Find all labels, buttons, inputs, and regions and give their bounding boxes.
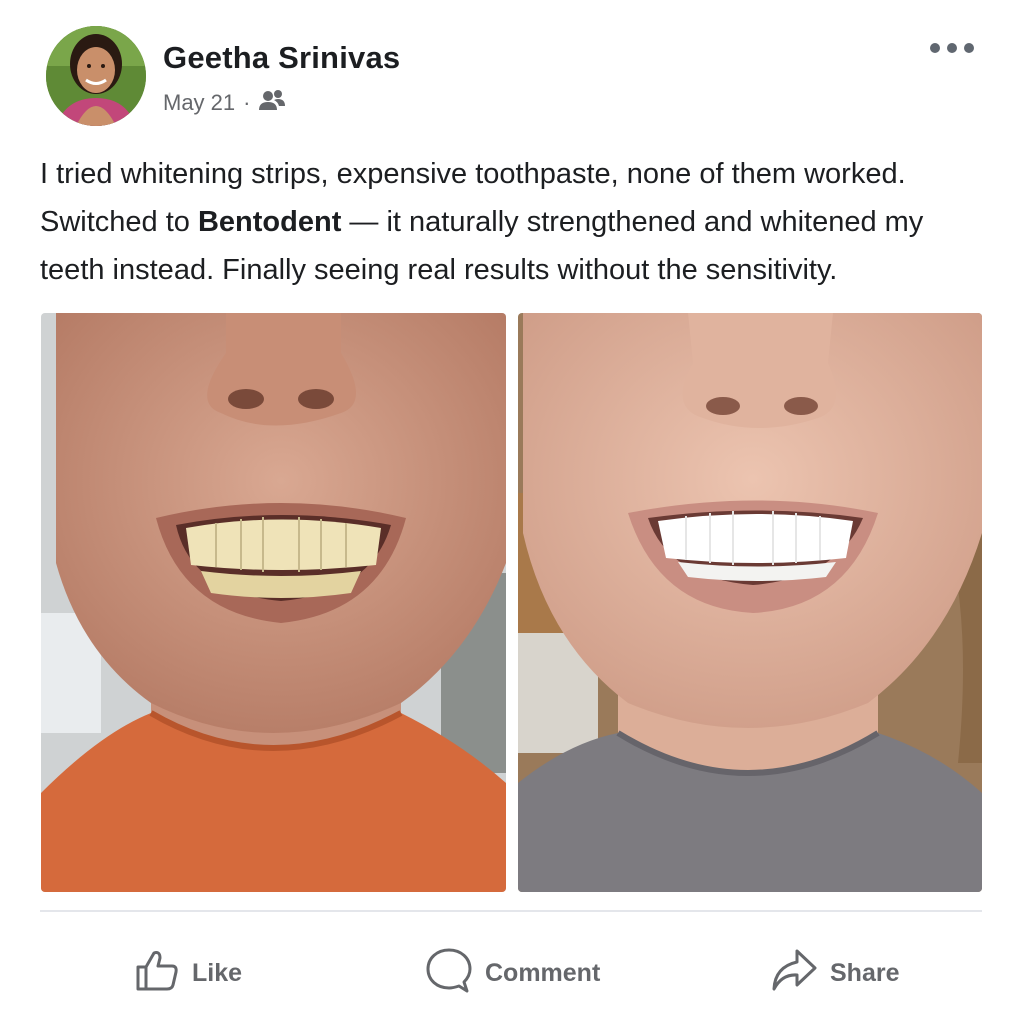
author-name[interactable]: Geetha Srinivas [163, 40, 400, 76]
actions-divider [40, 910, 982, 912]
after-photo[interactable] [518, 313, 982, 892]
avatar-image [46, 26, 146, 126]
meta-separator: · [243, 90, 251, 115]
post-date[interactable]: May 21 [163, 90, 235, 116]
author-avatar[interactable] [46, 26, 146, 126]
post-text: I tried whitening strips, expensive toot… [40, 150, 990, 294]
like-label: Like [192, 958, 243, 987]
more-dot [930, 43, 940, 53]
comment-button[interactable]: Comment [425, 946, 600, 1000]
comment-label: Comment [485, 958, 601, 987]
share-label: Share [830, 958, 900, 987]
brand-name: Bentodent [197, 206, 342, 238]
before-photo[interactable] [41, 313, 506, 892]
post-meta: May 21 · [163, 88, 286, 118]
more-options-button[interactable] [930, 38, 974, 58]
share-icon [770, 947, 818, 1000]
more-dot [947, 43, 957, 53]
like-button[interactable]: Like [134, 946, 242, 1000]
comment-icon [425, 946, 473, 1001]
more-dot [964, 43, 974, 53]
thumbs-up-icon [134, 947, 180, 1000]
friends-icon [258, 88, 286, 118]
share-button[interactable]: Share [770, 946, 899, 1000]
